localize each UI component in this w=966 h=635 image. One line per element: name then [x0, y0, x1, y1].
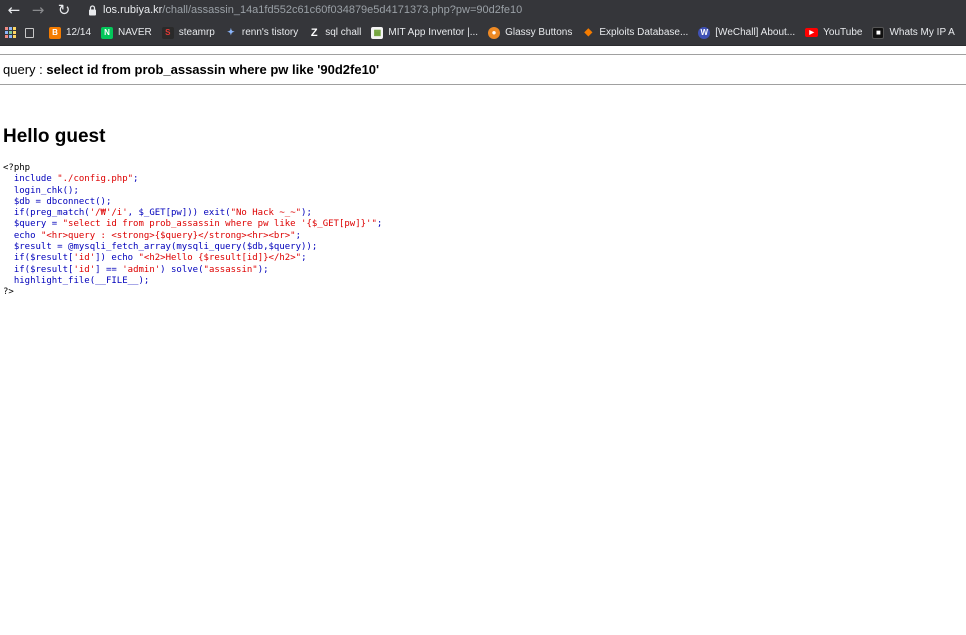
code-token: if(preg_match(	[3, 208, 90, 219]
bookmark-blogger[interactable]: B 12/14	[44, 20, 96, 45]
bookmark-sql-chall[interactable]: Zsql chall	[303, 20, 366, 45]
greeting-heading: Hello guest	[3, 126, 106, 147]
youtube-icon: ▶	[805, 28, 819, 37]
app-inventor-icon: ▦	[371, 26, 384, 39]
z-icon: Z	[310, 26, 318, 39]
bookmark-label: Exploits Database...	[599, 27, 689, 38]
bookmark-label: NAVER	[118, 27, 152, 38]
browser-toolbar: ← → ↻ los.rubiya.kr/chall/assassin_14a1f…	[0, 0, 966, 20]
code-token: highlight_file(__FILE__);	[3, 275, 150, 286]
bookmark-naver[interactable]: N NAVER	[96, 20, 157, 45]
bookmark-page[interactable]	[20, 20, 44, 45]
forward-arrow-icon[interactable]: →	[26, 0, 50, 20]
code-token: "./config.php"	[57, 174, 134, 185]
code-line: $result = @mysqli_fetch_array(mysqli_que…	[3, 242, 382, 253]
bookmark-exploits-database[interactable]: ◆ Exploits Database...	[577, 20, 693, 45]
code-token: '/₩'/i'	[89, 208, 128, 219]
bookmark-label: steamrp	[178, 27, 215, 38]
bookmark-steamrp[interactable]: Ssteamrp	[157, 20, 220, 45]
code-line: if($result['id'] == 'admin') solve("assa…	[3, 265, 382, 276]
wechall-icon: W	[698, 26, 711, 39]
code-token: );	[301, 208, 312, 219]
bookmark-label: MIT App Inventor |...	[388, 27, 479, 38]
url-host: los.rubiya.kr	[103, 4, 163, 16]
bookmark-youtube[interactable]: ▶ YouTube	[800, 20, 867, 45]
code-token: ;	[295, 230, 302, 241]
code-line: <?php	[3, 163, 382, 174]
bookmark-label: renn's tistory	[241, 27, 299, 38]
bookmark-renns-tistory[interactable]: ✦ renn's tistory	[220, 20, 303, 45]
bookmark-label: 12/14	[66, 27, 92, 38]
code-token: 'id'	[73, 253, 96, 264]
tistory-icon: ✦	[227, 27, 235, 37]
naver-icon: N	[101, 26, 114, 39]
bookmark-wechall[interactable]: W [WeChall] About...	[693, 20, 800, 45]
url-path: /chall/assassin_14a1fd552c61c60f034879e5…	[162, 4, 523, 16]
code-token: <?php	[3, 163, 31, 173]
bookmark-glassy-buttons[interactable]: ● Glassy Buttons	[483, 20, 577, 45]
exploit-db-icon: ◆	[584, 27, 593, 38]
address-bar[interactable]: los.rubiya.kr/chall/assassin_14a1fd552c6…	[103, 4, 522, 16]
code-token: $query =	[3, 219, 63, 230]
apps-grid-icon[interactable]	[5, 27, 16, 38]
code-line: echo "<hr>query : <strong>{$query}</stro…	[3, 231, 382, 242]
code-token: 'id'	[73, 264, 96, 275]
code-line: $db = dbconnect();	[3, 197, 382, 208]
divider	[0, 84, 966, 85]
query-value: select id from prob_assassin where pw li…	[46, 62, 380, 77]
code-line: if($result['id']) echo "<h2>Hello {$resu…	[3, 253, 382, 264]
code-token: if($result[	[3, 253, 74, 264]
bookmark-label: YouTube	[823, 27, 863, 38]
code-token: "<h2>Hello {$result[id]}</h2>"	[138, 253, 302, 264]
bookmark-label: [WeChall] About...	[715, 27, 796, 38]
lock-icon[interactable]	[84, 0, 100, 20]
page-content: query : select id from prob_assassin whe…	[0, 46, 966, 635]
code-token: ]) echo	[95, 253, 139, 264]
code-line: $query = "select id from prob_assassin w…	[3, 219, 382, 230]
code-token: login_chk();	[3, 185, 79, 196]
code-line: if(preg_match('/₩'/i', $_GET[pw])) exit(…	[3, 208, 382, 219]
reload-icon[interactable]: ↻	[52, 0, 76, 20]
code-token: include	[3, 174, 58, 185]
code-token: "select id from prob_assassin where pw l…	[62, 219, 377, 230]
code-token: , $_GET[pw])) exit(	[127, 208, 231, 219]
source-code-block: <?php include "./config.php"; login_chk(…	[3, 163, 382, 299]
code-token: "No Hack ~_~"	[230, 208, 302, 219]
blogger-icon: B	[49, 26, 61, 39]
code-line: login_chk();	[3, 186, 382, 197]
bookmarks-bar: B 12/14 N NAVER Ssteamrp ✦ renn's tistory Z…	[0, 20, 966, 46]
back-arrow-icon[interactable]: ←	[2, 0, 26, 20]
code-line: highlight_file(__FILE__);	[3, 276, 382, 287]
code-token: 'admin'	[122, 264, 161, 275]
whatsmyip-icon: ■	[872, 26, 885, 39]
code-token: ;	[376, 219, 383, 230]
code-token: "<hr>query : <strong>{$query}</strong><h…	[40, 230, 296, 241]
code-token: ;	[301, 253, 307, 264]
code-token: $db = dbconnect();	[3, 196, 112, 207]
code-line: ?>	[3, 287, 382, 298]
code-token: $result = @mysqli_fetch_array(mysqli_que…	[3, 242, 318, 253]
query-label: query :	[3, 62, 47, 77]
bookmark-whats-my-ip[interactable]: ■ Whats My IP A	[867, 20, 959, 45]
bookmark-mit-app-inventor[interactable]: ▦ MIT App Inventor |...	[366, 20, 483, 45]
code-token: "assassin"	[203, 264, 258, 275]
bookmark-label: sql chall	[325, 27, 362, 38]
code-token: ) solve(	[160, 264, 204, 275]
query-line: query : select id from prob_assassin whe…	[3, 62, 379, 77]
code-token: if($result[	[3, 264, 74, 275]
code-token: ;	[133, 174, 139, 185]
page-icon	[25, 27, 34, 38]
divider	[0, 54, 966, 55]
code-token: echo	[3, 230, 41, 241]
code-token: ?>	[3, 287, 14, 298]
bookmark-label: Glassy Buttons	[505, 27, 573, 38]
code-token: );	[257, 264, 269, 275]
glassy-icon: ●	[488, 26, 501, 39]
code-token: ] ==	[95, 264, 123, 275]
steam-icon: S	[161, 26, 174, 39]
bookmark-label: Whats My IP A	[889, 27, 955, 38]
code-line: include "./config.php";	[3, 174, 382, 185]
